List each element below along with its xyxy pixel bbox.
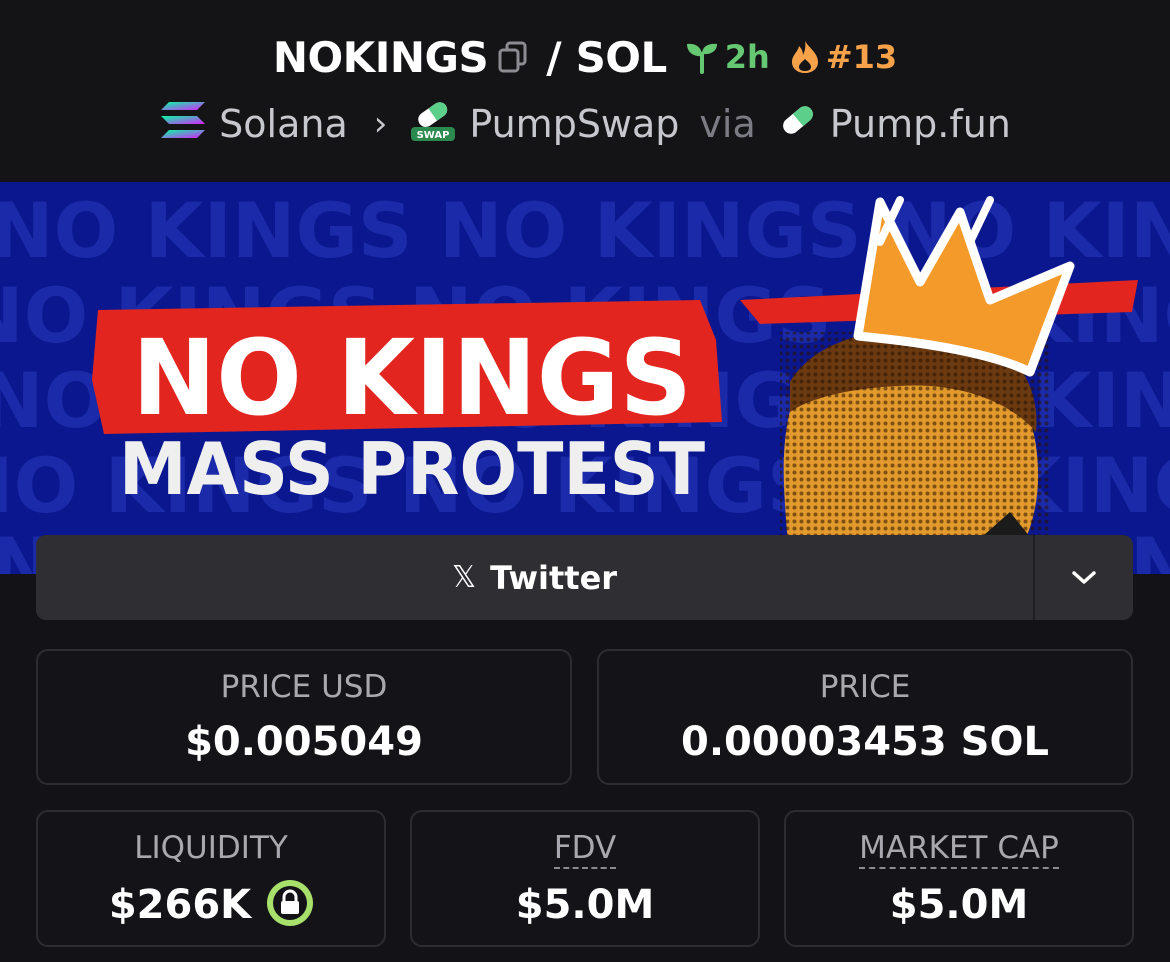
via-text: via xyxy=(699,102,756,146)
pair-header: NOKINGS / SOL 2h #13 Solana › SWAP PumpS… xyxy=(0,0,1170,182)
breadcrumb-chevron-icon: › xyxy=(373,104,388,144)
solana-logo-icon xyxy=(159,100,207,149)
price-usd-card: PRICE USD $0.005049 xyxy=(36,649,572,785)
sprout-icon xyxy=(686,43,717,74)
market-cap-card: MARKET CAP $5.0M xyxy=(784,810,1134,947)
banner-subheadline: MASS PROTEST xyxy=(119,427,705,511)
svg-text:NO KINGS NO KINGS NO KINGS NO: NO KINGS NO KINGS NO KINGS NO KINGS xyxy=(0,186,1170,275)
fdv-value: $5.0M xyxy=(515,882,655,928)
token-banner-image: NO KINGS NO KINGS NO KINGS NO KINGS NO K… xyxy=(0,182,1170,574)
liquidity-card: LIQUIDITY $266K xyxy=(36,810,386,947)
social-dropdown-toggle[interactable] xyxy=(1035,535,1133,620)
market-cap-label[interactable]: MARKET CAP xyxy=(859,830,1059,869)
liquidity-value: $266K xyxy=(108,882,252,928)
market-cap-label-wrap: MARKET CAP xyxy=(786,830,1132,869)
liquidity-value-row: $266K xyxy=(38,880,384,930)
pair-age: 2h xyxy=(685,38,770,76)
x-logo-icon: 𝕏 xyxy=(451,560,477,595)
liquidity-label: LIQUIDITY xyxy=(134,830,288,866)
pair-slash: / xyxy=(546,32,562,82)
price-usd-label: PRICE USD xyxy=(220,669,388,705)
market-cap-value: $5.0M xyxy=(889,882,1029,928)
pill-icon xyxy=(778,100,818,149)
banner-headline: NO KINGS xyxy=(132,317,692,439)
social-links-bar: 𝕏 Twitter xyxy=(36,535,1133,620)
copy-icon[interactable] xyxy=(498,41,528,73)
token-symbol: NOKINGS xyxy=(272,32,489,82)
svg-text:SWAP: SWAP xyxy=(417,130,450,141)
rank-text: #13 xyxy=(825,38,898,76)
chain-name[interactable]: Solana xyxy=(219,102,348,146)
fdv-card: FDV $5.0M xyxy=(410,810,760,947)
chevron-down-icon xyxy=(1072,570,1096,584)
price-usd-value: $0.005049 xyxy=(185,719,423,765)
flame-icon xyxy=(791,41,818,73)
price-native-label: PRICE xyxy=(819,669,911,705)
pumpswap-logo-icon: SWAP xyxy=(409,97,457,152)
twitter-label: Twitter xyxy=(490,558,618,597)
trending-rank[interactable]: #13 xyxy=(790,38,897,76)
price-native-value: 0.00003453 SOL xyxy=(681,719,1049,765)
pair-route: Solana › SWAP PumpSwap via Pump.fun xyxy=(0,96,1170,152)
lock-icon[interactable] xyxy=(267,880,314,926)
dex-name[interactable]: PumpSwap xyxy=(469,102,679,146)
quote-symbol: SOL xyxy=(575,32,668,82)
pair-title: NOKINGS / SOL 2h #13 xyxy=(0,26,1170,88)
fdv-label[interactable]: FDV xyxy=(553,830,617,869)
age-text: 2h xyxy=(724,38,770,76)
launchpad-name[interactable]: Pump.fun xyxy=(830,102,1011,146)
twitter-link-button[interactable]: 𝕏 Twitter xyxy=(36,535,1033,620)
price-native-card: PRICE 0.00003453 SOL xyxy=(597,649,1133,785)
fdv-label-wrap: FDV xyxy=(412,830,758,869)
